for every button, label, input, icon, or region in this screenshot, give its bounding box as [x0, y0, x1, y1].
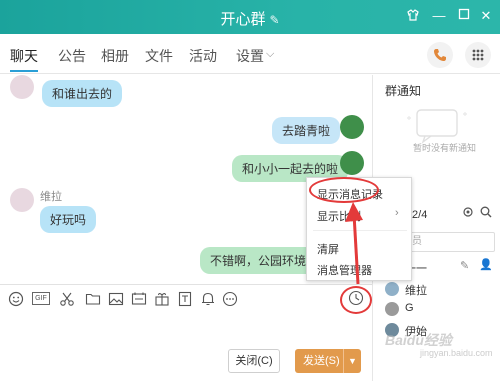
grid-icon: [472, 49, 484, 61]
message-bubble: 不错啊，公园环境超棒: [200, 247, 306, 274]
message-bubble: 好玩吗: [40, 206, 97, 233]
more-icon[interactable]: [222, 291, 238, 307]
phone-button[interactable]: [427, 42, 453, 68]
watermark-logo: Baidu经验: [385, 332, 452, 348]
emoji-icon[interactable]: [8, 291, 24, 307]
highlight-ring: [340, 286, 372, 314]
tab-chat[interactable]: 聊天: [10, 46, 38, 66]
member-name: G: [405, 302, 414, 314]
watermark-url: jingyan.baidu.com: [420, 348, 493, 358]
empty-notice-text: 暂时没有新通知: [413, 143, 477, 153]
gift-icon[interactable]: [154, 291, 170, 307]
bell-icon[interactable]: [200, 291, 216, 307]
active-tab-indicator: [10, 70, 38, 72]
chevron-down-icon[interactable]: ⌵: [266, 48, 274, 61]
title-bar: 开心群 ✎ — ✕: [0, 0, 500, 34]
window-title: 开心群 ✎: [0, 8, 500, 29]
search-icon[interactable]: [480, 206, 492, 218]
menu-item-clear-screen[interactable]: 清屏: [317, 241, 339, 257]
image-icon[interactable]: [108, 291, 124, 307]
group-name: 开心群: [220, 11, 266, 28]
minimize-icon[interactable]: —: [431, 8, 447, 24]
folder-icon[interactable]: [85, 291, 101, 307]
tab-activity[interactable]: 活动: [189, 46, 217, 66]
message-bubble: 和谁出去的: [42, 80, 123, 107]
pencil-icon[interactable]: ✎: [460, 259, 469, 272]
screen-icon[interactable]: [131, 291, 147, 307]
notice-title: 群通知: [385, 84, 422, 98]
scissors-icon[interactable]: [59, 291, 75, 307]
send-button[interactable]: 发送(S) ▼: [295, 349, 361, 373]
tab-files[interactable]: 文件: [145, 46, 173, 66]
member-item[interactable]: 维拉: [385, 280, 495, 298]
phone-icon: [434, 49, 446, 61]
tab-settings[interactable]: 设置: [236, 46, 264, 66]
avatar[interactable]: [10, 188, 34, 212]
maximize-icon[interactable]: [456, 8, 472, 24]
notice-empty-icon: [407, 109, 467, 144]
sender-name: 维拉: [40, 191, 62, 203]
pencil-icon[interactable]: ✎: [269, 13, 279, 27]
close-icon[interactable]: ✕: [478, 8, 494, 24]
skin-icon[interactable]: [405, 8, 421, 24]
avatar: [385, 302, 399, 316]
member-settings-icon[interactable]: [462, 206, 474, 218]
tab-notice[interactable]: 公告: [58, 46, 86, 66]
tab-bar: 聊天 公告 相册 文件 活动 设置 ⌵: [0, 34, 500, 74]
tab-album[interactable]: 相册: [101, 46, 129, 66]
member-name: 维拉: [405, 285, 427, 297]
member-item[interactable]: G: [385, 300, 495, 318]
input-toolbar: GIF: [0, 284, 372, 312]
chevron-right-icon: ›: [395, 207, 399, 219]
message-input[interactable]: [0, 312, 372, 354]
avatar: [385, 282, 399, 296]
close-button[interactable]: 关闭(C): [228, 349, 280, 373]
message-bubble: 去踏青啦: [272, 117, 341, 144]
person-icon[interactable]: 👤: [479, 258, 493, 271]
music-icon[interactable]: [177, 291, 193, 307]
avatar[interactable]: [340, 151, 364, 175]
chevron-down-icon[interactable]: ▼: [343, 349, 361, 373]
send-label: 发送(S): [303, 355, 340, 367]
avatar[interactable]: [10, 75, 34, 99]
gif-icon[interactable]: GIF: [32, 292, 50, 305]
avatar[interactable]: [340, 115, 364, 139]
more-apps-button[interactable]: [465, 42, 491, 68]
annotation-arrow: [345, 202, 363, 285]
